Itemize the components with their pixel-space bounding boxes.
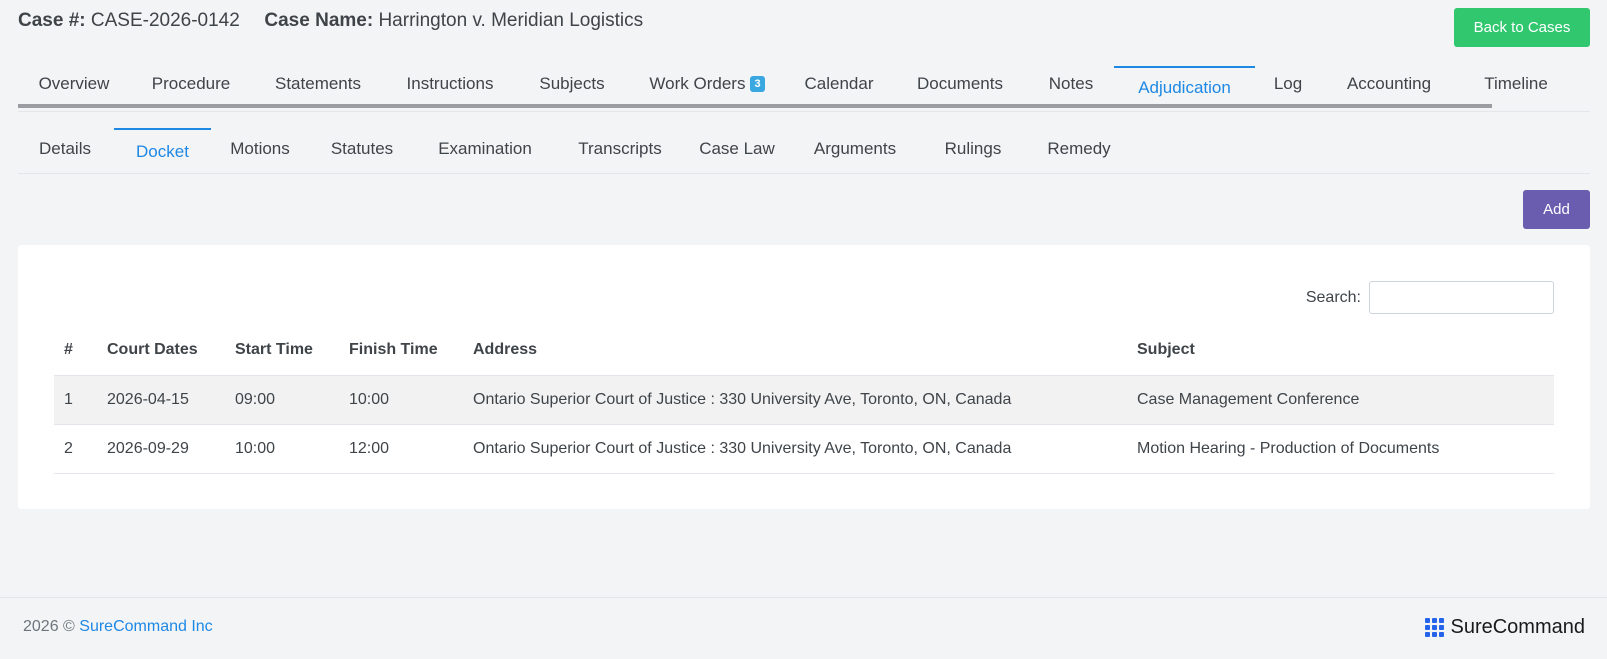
subtab-examination[interactable]: Examination [415, 126, 555, 172]
tab-label: Timeline [1484, 74, 1548, 93]
tab-procedure[interactable]: Procedure [130, 64, 252, 104]
tab-label: Transcripts [578, 139, 662, 158]
cell-number: 2 [54, 424, 97, 474]
search-label: Search: [1305, 288, 1361, 306]
company-link[interactable]: SureCommand Inc [79, 618, 212, 635]
work-orders-count-badge: 3 [750, 76, 765, 92]
case-name-label: Case Name: [264, 10, 374, 31]
tab-overview[interactable]: Overview [18, 64, 130, 104]
tab-label: Instructions [406, 74, 494, 93]
tab-label: Notes [1048, 74, 1094, 93]
tab-label: Arguments [813, 139, 897, 158]
tab-label: Statements [275, 74, 361, 93]
subtab-details[interactable]: Details [18, 126, 112, 172]
tab-label: Subjects [539, 74, 605, 93]
subtab-rulings[interactable]: Rulings [921, 126, 1025, 172]
search-input[interactable] [1369, 281, 1554, 314]
case-number: CASE-2026-0142 [90, 10, 240, 31]
footer: 2026 © SureCommand Inc SureCommand [0, 597, 1607, 659]
subtab-statutes[interactable]: Statutes [309, 126, 415, 172]
tab-label: Docket [136, 142, 189, 161]
tab-documents[interactable]: Documents [892, 64, 1028, 104]
table-header-row: # Court Dates Start Time Finish Time Add… [54, 325, 1554, 376]
column-header-subject[interactable]: Subject [1127, 325, 1554, 376]
copyright-year: 2026 © [23, 618, 75, 635]
column-header-finish-time[interactable]: Finish Time [339, 325, 463, 376]
tab-statements[interactable]: Statements [252, 64, 384, 104]
cell-finish-time: 10:00 [339, 375, 463, 425]
main-tabs: Overview Procedure Statements Instructio… [18, 64, 1590, 112]
cell-finish-time: 12:00 [339, 424, 463, 474]
tab-label: Details [39, 139, 91, 158]
cell-address: Ontario Superior Court of Justice : 330 … [463, 424, 1127, 474]
cell-subject: Case Management Conference [1127, 375, 1554, 425]
case-number-label: Case #: [18, 10, 86, 31]
tab-adjudication[interactable]: Adjudication [1114, 66, 1255, 108]
tab-label: Log [1273, 74, 1303, 93]
tab-label: Motions [230, 139, 290, 158]
tab-calendar[interactable]: Calendar [786, 64, 892, 104]
tab-label: Case Law [699, 139, 775, 158]
tab-accounting[interactable]: Accounting [1321, 64, 1457, 104]
column-header-court-dates[interactable]: Court Dates [97, 325, 225, 376]
subtab-motions[interactable]: Motions [211, 126, 309, 172]
search-container: Search: [1306, 281, 1554, 314]
tab-label: Rulings [944, 139, 1002, 158]
cell-address: Ontario Superior Court of Justice : 330 … [463, 375, 1127, 425]
main-tabs-track [18, 104, 1492, 108]
tab-label: Examination [438, 139, 532, 158]
tab-timeline[interactable]: Timeline [1457, 64, 1575, 104]
docket-table: # Court Dates Start Time Finish Time Add… [54, 325, 1554, 474]
cell-start-time: 09:00 [225, 375, 339, 425]
tab-label: Calendar [804, 74, 874, 93]
footer-copyright: 2026 © SureCommand Inc [23, 618, 213, 636]
tab-label: Procedure [151, 74, 231, 93]
tab-label: Work Orders [649, 74, 746, 93]
brand-name: SureCommand [1450, 616, 1585, 638]
table-row[interactable]: 2 2026-09-29 10:00 12:00 Ontario Superio… [54, 424, 1554, 474]
column-header-start-time[interactable]: Start Time [225, 325, 339, 376]
table-row[interactable]: 1 2026-04-15 09:00 10:00 Ontario Superio… [54, 375, 1554, 425]
tab-label: Adjudication [1138, 78, 1231, 97]
tab-label: Statutes [330, 139, 394, 158]
tab-log[interactable]: Log [1255, 64, 1321, 104]
case-header: Case #: CASE-2026-0142 Case Name: Harrin… [18, 10, 643, 32]
case-name: Harrington v. Meridian Logistics [378, 10, 644, 31]
tab-label: Remedy [1047, 139, 1111, 158]
back-to-cases-button[interactable]: Back to Cases [1454, 8, 1590, 47]
tab-label: Accounting [1346, 74, 1432, 93]
cell-start-time: 10:00 [225, 424, 339, 474]
tab-label: Overview [38, 74, 110, 93]
cell-court-date: 2026-09-29 [97, 424, 225, 474]
sub-tabs: Details Docket Motions Statutes Examinat… [18, 126, 1590, 174]
tab-instructions[interactable]: Instructions [384, 64, 516, 104]
tab-label: Documents [917, 74, 1003, 93]
subtab-arguments[interactable]: Arguments [789, 126, 921, 172]
subtab-case-law[interactable]: Case Law [685, 126, 789, 172]
cell-court-date: 2026-04-15 [97, 375, 225, 425]
subtab-docket[interactable]: Docket [114, 128, 211, 174]
tab-notes[interactable]: Notes [1028, 64, 1114, 104]
cell-subject: Motion Hearing - Production of Documents [1127, 424, 1554, 474]
tab-work-orders[interactable]: Work Orders 3 [628, 64, 786, 104]
cell-number: 1 [54, 375, 97, 425]
docket-card: Search: # Court Dates Start Time Finish … [18, 245, 1590, 509]
column-header-address[interactable]: Address [463, 325, 1127, 376]
subtab-remedy[interactable]: Remedy [1025, 126, 1133, 172]
tab-subjects[interactable]: Subjects [516, 64, 628, 104]
grid-dots-icon [1425, 618, 1445, 637]
subtab-transcripts[interactable]: Transcripts [555, 126, 685, 172]
column-header-number[interactable]: # [54, 325, 97, 376]
brand-logo: SureCommand [1425, 616, 1585, 639]
add-button[interactable]: Add [1523, 190, 1590, 229]
